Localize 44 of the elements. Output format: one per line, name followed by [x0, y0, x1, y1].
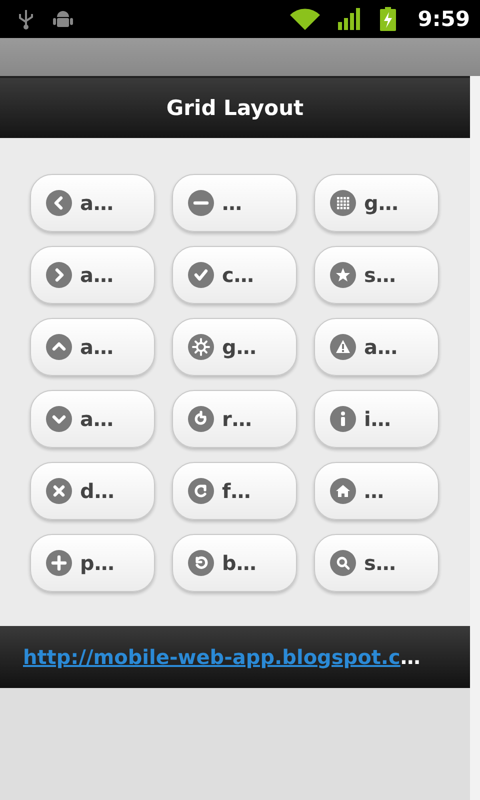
grid-button[interactable]: c… [172, 246, 297, 304]
grid-button[interactable]: a… [30, 246, 155, 304]
page-title: Grid Layout [166, 96, 304, 120]
plus-icon [46, 550, 72, 576]
undo-icon [188, 550, 214, 576]
warning-icon [330, 334, 356, 360]
grid-button[interactable]: a… [30, 174, 155, 232]
grid-button[interactable]: … [172, 174, 297, 232]
blog-link[interactable]: http://mobile-web-app.blogspot.c [23, 645, 400, 669]
wifi-icon [290, 8, 320, 30]
grid-button[interactable]: f… [172, 462, 297, 520]
signal-icon [338, 8, 362, 30]
grid-button[interactable]: d… [30, 462, 155, 520]
info-icon [330, 406, 356, 432]
search-icon [330, 550, 356, 576]
battery-charging-icon [380, 7, 396, 31]
grid-button[interactable]: … [314, 462, 439, 520]
grid-icon [330, 190, 356, 216]
clock-time: 9:59 [418, 7, 470, 31]
arrow-right-icon [46, 262, 72, 288]
grid-button[interactable]: a… [30, 318, 155, 376]
home-icon [330, 478, 356, 504]
grid-button[interactable]: a… [30, 390, 155, 448]
minus-icon [188, 190, 214, 216]
usb-icon [18, 8, 34, 30]
grid-button[interactable]: r… [172, 390, 297, 448]
grid-button[interactable]: g… [172, 318, 297, 376]
grid-button[interactable]: s… [314, 534, 439, 592]
grid-button[interactable]: b… [172, 534, 297, 592]
grid-button[interactable]: p… [30, 534, 155, 592]
arrow-down-icon [46, 406, 72, 432]
grid-button[interactable]: s… [314, 246, 439, 304]
grid-button[interactable]: g… [314, 174, 439, 232]
arrow-left-icon [46, 190, 72, 216]
gear-icon [188, 334, 214, 360]
grid-button[interactable]: a… [314, 318, 439, 376]
arrow-up-icon [46, 334, 72, 360]
close-icon [46, 478, 72, 504]
grid-button[interactable]: i… [314, 390, 439, 448]
refresh-icon [188, 406, 214, 432]
check-icon [188, 262, 214, 288]
ellipsis-text: … [400, 645, 420, 669]
redo-icon [188, 478, 214, 504]
android-icon [52, 8, 74, 30]
